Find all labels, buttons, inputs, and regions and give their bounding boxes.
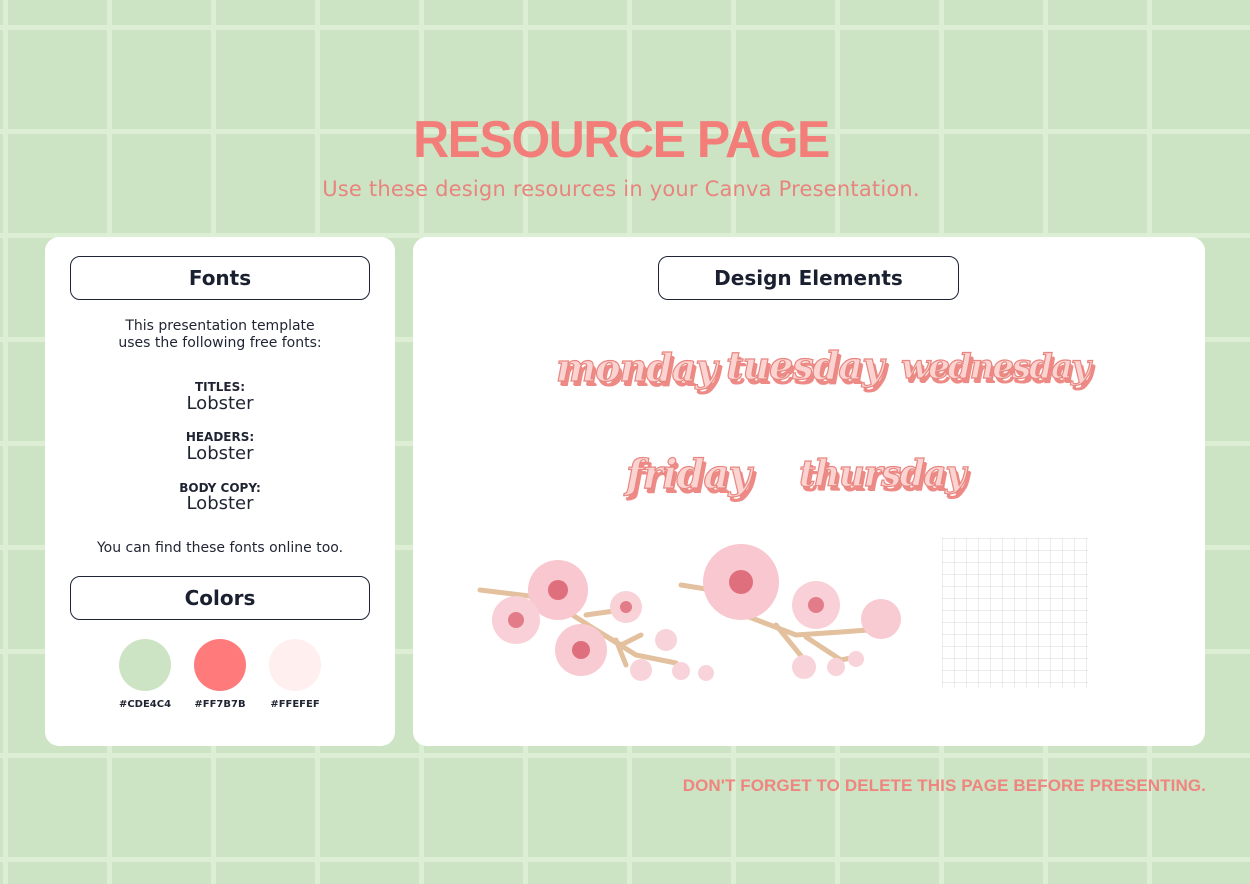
font-entry-label: HEADERS: xyxy=(185,430,255,444)
sticker-monday[interactable]: monday xyxy=(555,344,718,390)
fonts-colors-card: Fonts This presentation template uses th… xyxy=(45,237,395,746)
fonts-outro: You can find these fonts online too. xyxy=(96,540,344,556)
font-entry-label: TITLES: xyxy=(194,380,246,394)
design-elements-card: Design Elements monday tuesday wednesday… xyxy=(413,237,1205,746)
page-title: RESOURCE PAGE xyxy=(413,111,830,169)
color-hex-label: #FF7B7B xyxy=(194,699,246,710)
fonts-intro-line-2: uses the following free fonts: xyxy=(118,335,322,351)
font-entry-name: Lobster xyxy=(186,393,254,414)
cherry-blossom-branch-image[interactable] xyxy=(676,537,906,682)
fonts-intro: This presentation template uses the foll… xyxy=(45,318,395,352)
font-entry-name: Lobster xyxy=(186,493,254,514)
grid-paper-image[interactable] xyxy=(942,538,1088,688)
sticker-friday[interactable]: friday xyxy=(625,450,752,498)
color-swatch xyxy=(269,639,321,691)
sticker-tuesday[interactable]: tuesday xyxy=(725,342,884,388)
color-hex-label: #FFEFEF xyxy=(270,699,320,710)
sticker-wednesday[interactable]: wednesday xyxy=(900,346,1091,387)
blossom-icon xyxy=(703,544,901,679)
colors-heading: Colors xyxy=(70,576,370,620)
sticker-thursday[interactable]: thursday xyxy=(798,452,966,495)
color-hex-label: #CDE4C4 xyxy=(118,699,172,710)
fonts-intro-line-1: This presentation template xyxy=(125,318,315,334)
design-elements-heading: Design Elements xyxy=(658,256,959,300)
delete-page-reminder: DON'T FORGET TO DELETE THIS PAGE BEFORE … xyxy=(682,776,1206,795)
font-entry-name: Lobster xyxy=(186,443,254,464)
page-subtitle: Use these design resources in your Canva… xyxy=(322,177,920,201)
color-swatch xyxy=(194,639,246,691)
fonts-heading: Fonts xyxy=(70,256,370,300)
color-swatch xyxy=(119,639,171,691)
